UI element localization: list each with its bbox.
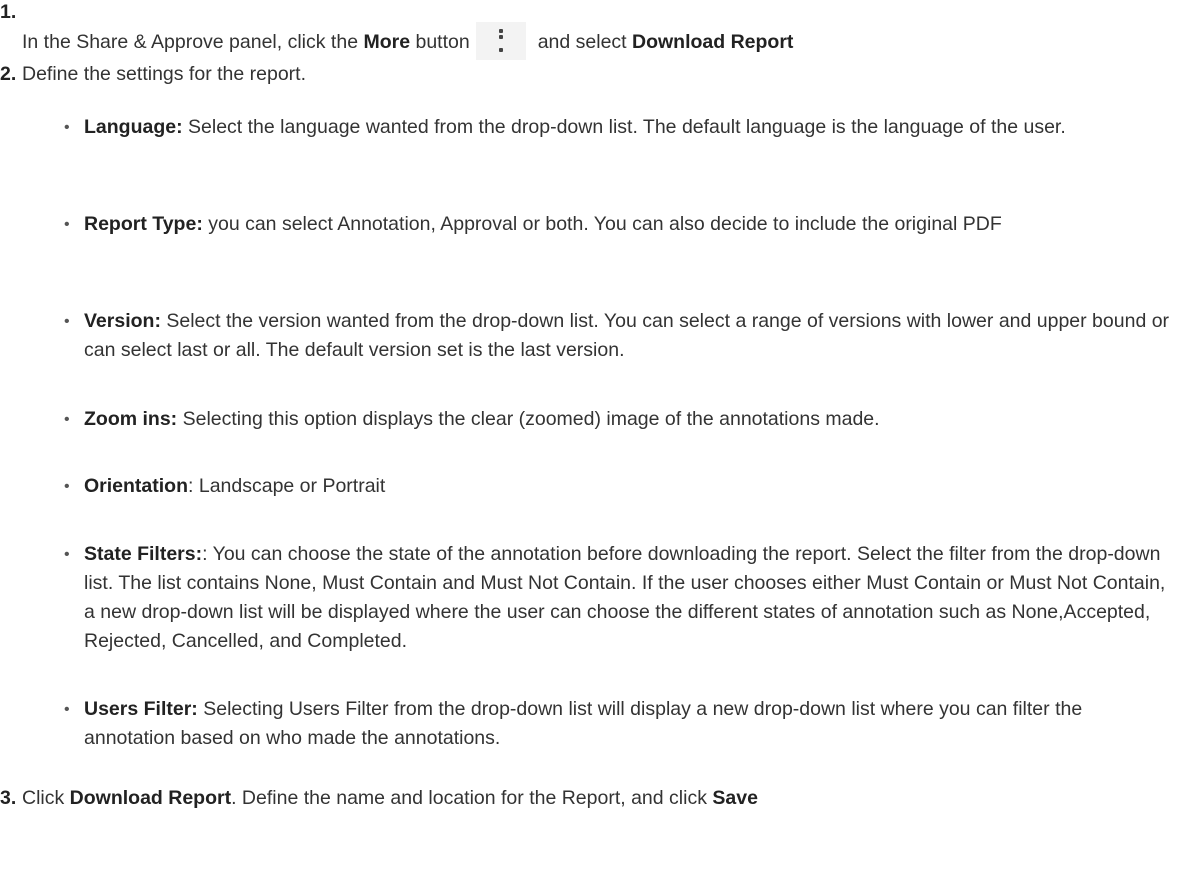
setting-label: Zoom ins: <box>84 408 178 430</box>
step-text-mid: . Define the name and location for the R… <box>231 787 713 809</box>
setting-label: Users Filter: <box>84 698 198 720</box>
setting-label: Version: <box>84 310 161 332</box>
setting-label: Report Type: <box>84 213 203 235</box>
step-2-text: Define the settings for the report. <box>22 63 306 85</box>
list-item: • State Filters:: You can choose the sta… <box>62 540 1172 656</box>
setting-text: you can select Annotation, Approval or b… <box>202 213 1002 235</box>
setting-text: Select the language wanted from the drop… <box>182 116 1066 138</box>
document: 1. In the Share & Approve panel, click t… <box>0 0 1202 870</box>
setting-label: Orientation <box>84 475 189 497</box>
step-1: 1. In the Share & Approve panel, click t… <box>0 0 1202 60</box>
setting-text: : Landscape or Portrait <box>188 475 386 497</box>
setting-text: : You can choose the state of the annota… <box>84 543 1166 652</box>
step-number: 1. <box>0 1 17 23</box>
save-label: Save <box>712 787 758 809</box>
setting-text: Selecting this option displays the clear… <box>177 408 880 430</box>
list-item: • Language: Select the language wanted f… <box>62 113 1172 142</box>
more-label: More <box>363 31 411 53</box>
bullet-icon: • <box>64 313 70 330</box>
step-3-text: Click Download Report. Define the name a… <box>22 784 758 813</box>
download-report-label: Download Report <box>69 787 232 809</box>
bullet-icon: • <box>64 119 70 136</box>
bullet-icon: • <box>64 216 70 233</box>
setting-text: Select the version wanted from the drop-… <box>84 310 1170 361</box>
more-vertical-icon[interactable] <box>475 22 526 60</box>
step-3: 3. Click Download Report. Define the nam… <box>0 784 1202 814</box>
step-text-pre: In the Share & Approve panel, click the <box>22 31 364 53</box>
list-item: • Zoom ins: Selecting this option displa… <box>62 405 1172 434</box>
bullet-icon: • <box>64 546 70 563</box>
step-1-text: In the Share & Approve panel, click the … <box>22 22 793 60</box>
download-report-label: Download Report <box>632 31 794 53</box>
list-item: • Version: Select the version wanted fro… <box>62 307 1172 365</box>
bullet-icon: • <box>64 478 70 495</box>
bullet-icon: • <box>64 411 70 428</box>
step-number: 3. <box>0 787 17 809</box>
step-text-post: and select <box>537 31 633 53</box>
step-2: 2. Define the settings for the report. <box>0 60 1202 90</box>
step-number: 2. <box>0 63 17 85</box>
step-text-mid: button <box>410 31 470 53</box>
list-item: • Orientation: Landscape or Portrait <box>62 472 1172 501</box>
setting-label: State Filters: <box>84 543 203 565</box>
setting-text: Selecting Users Filter from the drop-dow… <box>84 698 1083 749</box>
setting-label: Language: <box>84 116 183 138</box>
list-item: • Users Filter: Selecting Users Filter f… <box>62 695 1172 753</box>
step-text-pre: Click <box>22 787 70 809</box>
bullet-icon: • <box>64 701 70 718</box>
list-item: • Report Type: you can select Annotation… <box>62 210 1172 239</box>
